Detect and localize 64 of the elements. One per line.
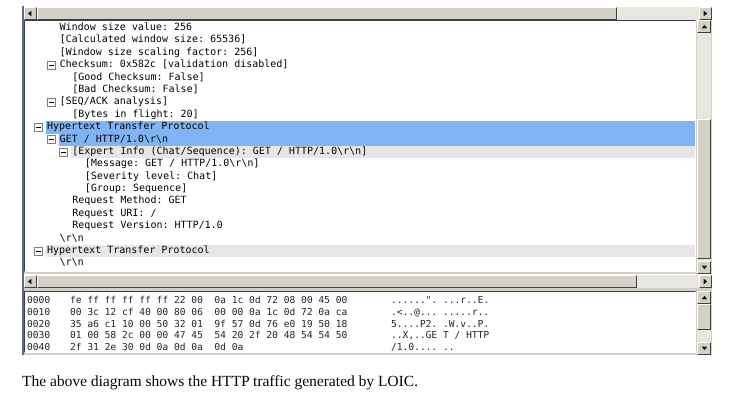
scroll-up-button[interactable]	[697, 20, 711, 33]
tree-item[interactable]: GET / HTTP/1.0\r\n	[58, 134, 695, 146]
hex-bytes: fe ff ff ff ff ff 22 00 0a 1c 0d 72 08 00 45 00	[70, 295, 348, 307]
tree-item[interactable]: [SEQ/ACK analysis]	[58, 96, 695, 109]
scroll-left-button[interactable]	[24, 275, 37, 288]
collapse-icon[interactable]	[34, 246, 43, 256]
arrow-up-icon	[700, 22, 708, 31]
scroll-down-button[interactable]	[697, 261, 711, 274]
collapse-icon[interactable]	[46, 98, 56, 108]
byte-offset: 0040	[27, 342, 52, 352]
tree-item[interactable]: [Severity level: Chat]	[84, 170, 695, 184]
ascii-bytes: .<..@... .....r..	[391, 306, 490, 319]
vertical-scrollbar[interactable]	[697, 291, 711, 355]
byte-offset: 0020	[27, 318, 52, 330]
tree-item[interactable]: [Bytes in flight: 20]	[71, 108, 695, 122]
scrollbar-thumb[interactable]	[697, 119, 711, 259]
vertical-scrollbar[interactable]	[697, 20, 711, 274]
byte-offset: 0000	[27, 295, 52, 307]
tree-item[interactable]: [Window size scaling factor: 256]	[58, 46, 695, 60]
collapse-icon[interactable]	[59, 148, 68, 157]
arrow-right-icon	[701, 9, 710, 18]
tree-item[interactable]: \r\n	[58, 257, 695, 270]
hex-bytes: 01 00 58 2c 00 00 47 45 54 20 2f 20 48 54 54 50	[70, 330, 348, 342]
collapse-icon[interactable]	[46, 135, 56, 144]
arrow-right-icon	[701, 277, 710, 286]
tree-item[interactable]: \r\n	[58, 232, 695, 246]
tree-item[interactable]: [Calculated window size: 65536]	[58, 34, 695, 47]
arrow-down-icon	[700, 344, 708, 353]
scrollbar-thumb[interactable]	[37, 7, 617, 20]
collapse-icon[interactable]	[46, 60, 56, 70]
hex-bytes: 35 a6 c1 10 00 50 32 01 9f 57 0d 76 e0 19 50 18	[70, 318, 348, 330]
ascii-bytes: ..X,..GE T / HTTP	[391, 330, 490, 342]
tree-item[interactable]: [Good Checksum: False]	[71, 72, 695, 84]
hex-bytes: 2f 31 2e 30 0d 0a 0d 0a 0d 0a	[70, 342, 244, 352]
tree-item[interactable]: Request Version: HTTP/1.0	[71, 220, 695, 233]
tree-item[interactable]: [Group: Sequence]	[84, 183, 695, 196]
tree-item[interactable]: Request URI: /	[71, 208, 695, 220]
arrow-up-icon	[700, 293, 708, 302]
tree-item[interactable]: Hypertext Transfer Protocol	[46, 245, 695, 258]
scroll-right-button[interactable]	[699, 7, 712, 20]
scroll-down-button[interactable]	[697, 342, 711, 355]
tree-item[interactable]: Request Method: GET	[71, 195, 695, 208]
caption: The above diagram shows the HTTP traffic generated by LOIC.	[22, 372, 419, 392]
tree-item[interactable]: Checksum: 0x582c [validation disabled]	[58, 59, 695, 72]
collapse-icon[interactable]	[34, 122, 43, 132]
tree-item[interactable]: Hypertext Transfer Protocol	[46, 121, 695, 134]
byte-offset: 0010	[27, 306, 52, 319]
scrollbar-thumb[interactable]	[37, 275, 637, 288]
arrow-down-icon	[700, 263, 708, 272]
hex-bytes: 00 3c 12 cf 40 00 80 06 00 00 0a 1c 0d 72 0a ca	[70, 306, 348, 319]
scroll-left-button[interactable]	[24, 7, 37, 20]
tree-item[interactable]: [Bad Checksum: False]	[71, 84, 695, 96]
scroll-right-button[interactable]	[699, 275, 712, 288]
tree-item[interactable]: [Expert Info (Chat/Sequence): GET / HTTP/1.0\r\n]	[71, 146, 695, 158]
ascii-bytes: ......". ...r..E.	[391, 295, 490, 307]
horizontal-scrollbar[interactable]	[24, 6, 712, 20]
scroll-up-button[interactable]	[697, 291, 711, 304]
horizontal-scrollbar[interactable]	[24, 274, 712, 288]
tree-item[interactable]: Window size value: 256	[58, 22, 695, 34]
ascii-bytes: /1.0.... ..	[391, 342, 455, 352]
byte-offset: 0030	[27, 330, 52, 342]
ascii-bytes: 5....P2. .W.v..P.	[391, 318, 490, 330]
scrollbar-thumb[interactable]	[697, 304, 711, 330]
tree-item[interactable]: [Message: GET / HTTP/1.0\r\n]	[84, 158, 695, 171]
